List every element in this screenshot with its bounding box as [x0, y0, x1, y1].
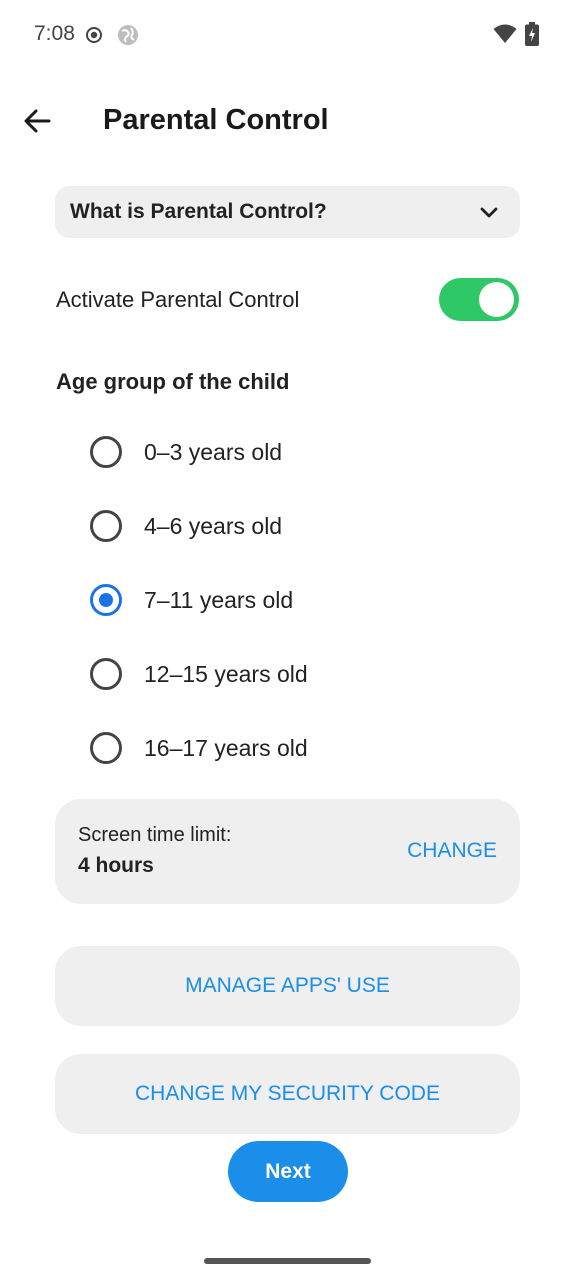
- globe-icon: [117, 24, 139, 46]
- age-option-4-6[interactable]: 4–6 years old: [90, 501, 510, 551]
- manage-apps-use-label: MANAGE APPS' USE: [185, 974, 390, 997]
- next-label: Next: [265, 1159, 311, 1183]
- age-option-7-11[interactable]: 7–11 years old: [90, 575, 510, 625]
- change-security-code-label: CHANGE MY SECURITY CODE: [135, 1082, 440, 1105]
- change-screen-time-button[interactable]: CHANGE: [407, 839, 497, 863]
- toggle-knob: [479, 282, 514, 317]
- screen-time-label: Screen time limit:: [78, 824, 232, 846]
- radio-selected-dot: [99, 593, 113, 607]
- age-option-16-17[interactable]: 16–17 years old: [90, 723, 510, 773]
- record-icon: [85, 26, 103, 44]
- screen-time-value: 4 hours: [78, 854, 154, 877]
- status-time: 7:08: [34, 22, 75, 45]
- what-is-parental-control-dropdown[interactable]: What is Parental Control?: [55, 186, 520, 238]
- page-title: Parental Control: [103, 104, 329, 136]
- radio-button[interactable]: [90, 732, 122, 764]
- radio-label: 4–6 years old: [144, 513, 283, 539]
- activate-parental-control-toggle[interactable]: [439, 278, 519, 321]
- manage-apps-use-button[interactable]: MANAGE APPS' USE: [55, 946, 520, 1026]
- screen-time-card: Screen time limit: 4 hours CHANGE: [55, 799, 520, 904]
- next-button[interactable]: Next: [228, 1141, 348, 1202]
- activate-parental-control-label: Activate Parental Control: [56, 287, 300, 312]
- back-arrow-icon[interactable]: [20, 104, 54, 138]
- radio-label: 12–15 years old: [144, 661, 308, 687]
- radio-label: 0–3 years old: [144, 439, 283, 465]
- change-security-code-button[interactable]: CHANGE MY SECURITY CODE: [55, 1054, 520, 1134]
- radio-button[interactable]: [90, 510, 122, 542]
- radio-label: 7–11 years old: [144, 587, 294, 613]
- chevron-down-icon: [478, 202, 500, 224]
- wifi-icon: [493, 24, 517, 44]
- radio-button[interactable]: [90, 658, 122, 690]
- radio-button-selected[interactable]: [90, 584, 122, 616]
- battery-icon: [525, 22, 539, 46]
- status-bar: 7:08: [0, 0, 575, 70]
- age-option-12-15[interactable]: 12–15 years old: [90, 649, 510, 699]
- age-option-0-3[interactable]: 0–3 years old: [90, 427, 510, 477]
- faq-label: What is Parental Control?: [70, 200, 327, 223]
- parental-control-screen: 7:08 Parental Control What is Parental C…: [0, 0, 575, 1280]
- radio-label: 16–17 years old: [144, 735, 308, 761]
- age-group-title: Age group of the child: [56, 369, 290, 394]
- home-indicator[interactable]: [204, 1258, 371, 1264]
- radio-button[interactable]: [90, 436, 122, 468]
